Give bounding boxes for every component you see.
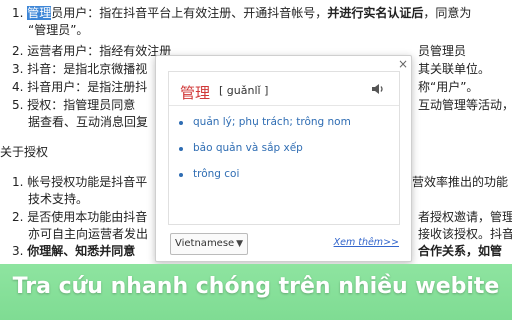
doc-line: “管理员”。	[28, 23, 89, 37]
doc-line: 5. 授权：指管理员同意	[12, 96, 135, 114]
meaning-text: bảo quản và sắp xếp	[193, 142, 303, 154]
bullet-icon	[179, 173, 183, 177]
list-number: 1.	[12, 6, 24, 20]
list-number: 4.	[12, 80, 24, 94]
doc-line: 据查看、互动消息回复	[28, 115, 149, 129]
doc-line: 2. 运营者用户：指经有效注册	[12, 42, 171, 60]
doc-text: 营效率推出的功能	[412, 175, 509, 189]
language-select[interactable]: Vietnamese ▼	[170, 233, 248, 255]
definition-panel: 管理 [ guǎnlǐ ] quản lý; phụ trách; trông …	[168, 71, 400, 225]
doc-line: 2. 是否使用本功能由抖音	[12, 208, 147, 226]
banner-text: Tra cứu nhanh chóng trên nhiều webite	[12, 274, 500, 299]
meaning-text: trông coi	[193, 168, 240, 180]
divider	[169, 105, 399, 106]
language-value: Vietnamese	[175, 238, 235, 249]
doc-text: 员用户：指在抖音平台上有效注册、开通抖音帐号，	[51, 6, 328, 20]
meaning-text: quản lý; phụ trách; trông nom	[193, 116, 351, 128]
doc-text: 抖音：是指北京微播视	[27, 62, 148, 76]
list-number: 3.	[12, 244, 24, 258]
doc-line: 3. 抖音：是指北京微播视	[12, 60, 147, 78]
doc-line: 技术支持。	[28, 192, 89, 206]
list-number: 1.	[12, 175, 24, 189]
promo-banner: Tra cứu nhanh chóng trên nhiều webite	[0, 264, 512, 320]
chevron-down-icon: ▼	[236, 239, 243, 249]
doc-line: 亦可自主向运营者发出	[28, 227, 149, 241]
meaning-item[interactable]: bảo quản và sắp xếp	[177, 142, 351, 168]
doc-text: 抖音用户：是指注册抖	[27, 80, 148, 94]
list-number: 2.	[12, 210, 24, 224]
headword: 管理	[180, 84, 211, 102]
doc-line: 1. 管理员用户：指在抖音平台上有效注册、开通抖音帐号，并进行实名认证后，同意为	[12, 4, 471, 22]
selected-word[interactable]: 管理	[27, 6, 52, 20]
doc-line: 4. 抖音用户：是指注册抖	[12, 78, 147, 96]
doc-text: 者授权邀请，管理	[418, 210, 512, 224]
doc-text: 其关联单位。	[418, 62, 491, 76]
doc-line: 1. 帐号授权功能是抖音平	[12, 173, 147, 191]
meaning-list: quản lý; phụ trách; trông nom bảo quản v…	[177, 116, 351, 194]
speaker-icon[interactable]	[371, 82, 385, 96]
doc-text: 互动管理等活动，	[418, 98, 512, 112]
meaning-item[interactable]: quản lý; phụ trách; trông nom	[177, 116, 351, 142]
doc-bold-text: 你理解、知悉并同意	[27, 244, 136, 258]
doc-line: 3. 你理解、知悉并同意	[12, 242, 135, 260]
dictionary-popup: × 管理 [ guǎnlǐ ] quản lý; phụ trách; trôn…	[155, 55, 412, 262]
list-number: 3.	[12, 62, 24, 76]
list-number: 5.	[12, 98, 24, 112]
close-icon[interactable]: ×	[398, 57, 408, 71]
doc-text: ，同意为	[423, 6, 472, 20]
doc-bold-text: 并进行实名认证后	[327, 6, 424, 20]
bullet-icon	[179, 147, 183, 151]
section-title: 关于授权	[0, 145, 49, 159]
meaning-item[interactable]: trông coi	[177, 168, 351, 194]
doc-bold-text: 合作关系，如管	[418, 244, 503, 258]
pronunciation: [ guǎnlǐ ]	[219, 84, 269, 97]
doc-text: 运营者用户：指经有效注册	[27, 44, 172, 58]
doc-text: 员管理员	[418, 44, 467, 58]
see-more-link[interactable]: Xem thêm>>	[334, 237, 399, 248]
doc-text: 称“用户”。	[418, 80, 479, 94]
bullet-icon	[179, 121, 183, 125]
doc-text: 接收该授权。抖音	[418, 227, 512, 241]
doc-text: 是否使用本功能由抖音	[27, 210, 148, 224]
doc-text: 授权：指管理员同意	[27, 98, 136, 112]
doc-text: 帐号授权功能是抖音平	[27, 175, 148, 189]
list-number: 2.	[12, 44, 24, 58]
